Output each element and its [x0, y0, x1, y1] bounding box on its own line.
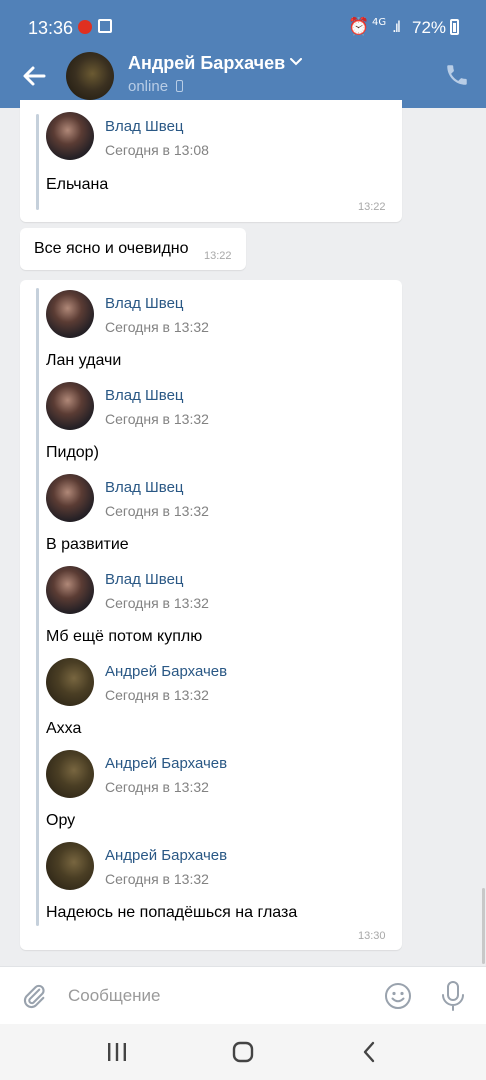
forwarded-author[interactable]: Влад Швец [105, 118, 184, 135]
chat-header: 13:36 ⏰ 4G .ıl 72% Андрей Бархачев onlin… [0, 0, 486, 108]
message-time: 13:22 [358, 201, 386, 213]
avatar[interactable] [66, 52, 114, 100]
alarm-icon: ⏰ [348, 17, 370, 37]
avatar[interactable] [46, 842, 94, 890]
avatar[interactable] [46, 382, 94, 430]
phone-call-icon[interactable] [444, 62, 470, 88]
signal-icon: .ıl [392, 18, 401, 36]
forward-bar [36, 114, 39, 210]
scrollbar[interactable] [482, 888, 485, 964]
message-input[interactable] [68, 983, 358, 1009]
avatar[interactable] [46, 474, 94, 522]
avatar[interactable] [46, 658, 94, 706]
avatar[interactable] [46, 112, 94, 160]
forwarded-date: Сегодня в 13:32 [105, 411, 209, 427]
message-time: 13:22 [204, 250, 232, 262]
avatar[interactable] [46, 290, 94, 338]
forwarded-author[interactable]: Влад Швец [105, 387, 184, 404]
forward-bar [36, 288, 39, 926]
attach-icon[interactable] [20, 981, 48, 1011]
mobile-icon [176, 80, 183, 92]
notification-icon [78, 20, 92, 34]
microphone-icon[interactable] [440, 980, 466, 1012]
message-composer [0, 966, 486, 1025]
message-text: Надеюсь не попадёшься на глаза [46, 904, 298, 921]
message-text: Все ясно и очевидно [34, 240, 189, 257]
message-text: Мб ещё потом куплю [46, 628, 203, 645]
home-icon[interactable] [232, 1041, 254, 1063]
message-text: Ору [46, 812, 76, 829]
message-bubble[interactable]: Влад Швец Сегодня в 13:32 Лан удачи Влад… [20, 280, 402, 950]
back-icon[interactable] [362, 1041, 376, 1063]
battery-level: 72% [412, 18, 447, 37]
forwarded-author[interactable]: Влад Швец [105, 295, 184, 312]
forwarded-date: Сегодня в 13:32 [105, 595, 209, 611]
message-text: В развитие [46, 536, 129, 553]
network-type: 4G [372, 17, 387, 28]
avatar[interactable] [46, 566, 94, 614]
forwarded-author[interactable]: Андрей Бархачев [105, 847, 227, 864]
forwarded-author[interactable]: Андрей Бархачев [105, 663, 227, 680]
forwarded-date: Сегодня в 13:08 [105, 142, 209, 158]
forwarded-date: Сегодня в 13:32 [105, 687, 209, 703]
message-text: Ельчана [46, 176, 109, 193]
forwarded-author[interactable]: Влад Швец [105, 479, 184, 496]
avatar[interactable] [46, 750, 94, 798]
message-text: Ахха [46, 720, 82, 737]
back-arrow-icon[interactable] [18, 60, 50, 92]
message-text: Лан удачи [46, 352, 122, 369]
online-status: online [128, 78, 169, 95]
forwarded-date: Сегодня в 13:32 [105, 871, 209, 887]
emoji-icon[interactable] [384, 982, 412, 1010]
system-nav-bar [0, 1024, 486, 1080]
forwarded-date: Сегодня в 13:32 [105, 779, 209, 795]
message-text: Пидор) [46, 444, 99, 461]
message-bubble[interactable]: Влад Швец Сегодня в 13:08 Ельчана 13:22 [20, 100, 402, 222]
forwarded-author[interactable]: Влад Швец [105, 571, 184, 588]
recents-icon[interactable] [106, 1042, 128, 1062]
forwarded-author[interactable]: Андрей Бархачев [105, 755, 227, 772]
message-bubble[interactable]: Все ясно и очевидно 13:22 [20, 228, 246, 270]
status-bar: 13:36 ⏰ 4G .ıl 72% [0, 0, 486, 56]
status-time: 13:36 [28, 18, 74, 38]
message-time: 13:30 [358, 930, 386, 942]
forwarded-date: Сегодня в 13:32 [105, 503, 209, 519]
chevron-down-icon[interactable] [290, 58, 302, 66]
chat-title[interactable]: Андрей Бархачев [128, 53, 285, 74]
forwarded-date: Сегодня в 13:32 [105, 319, 209, 335]
gallery-notification-icon [98, 19, 112, 33]
battery-icon [450, 19, 459, 35]
